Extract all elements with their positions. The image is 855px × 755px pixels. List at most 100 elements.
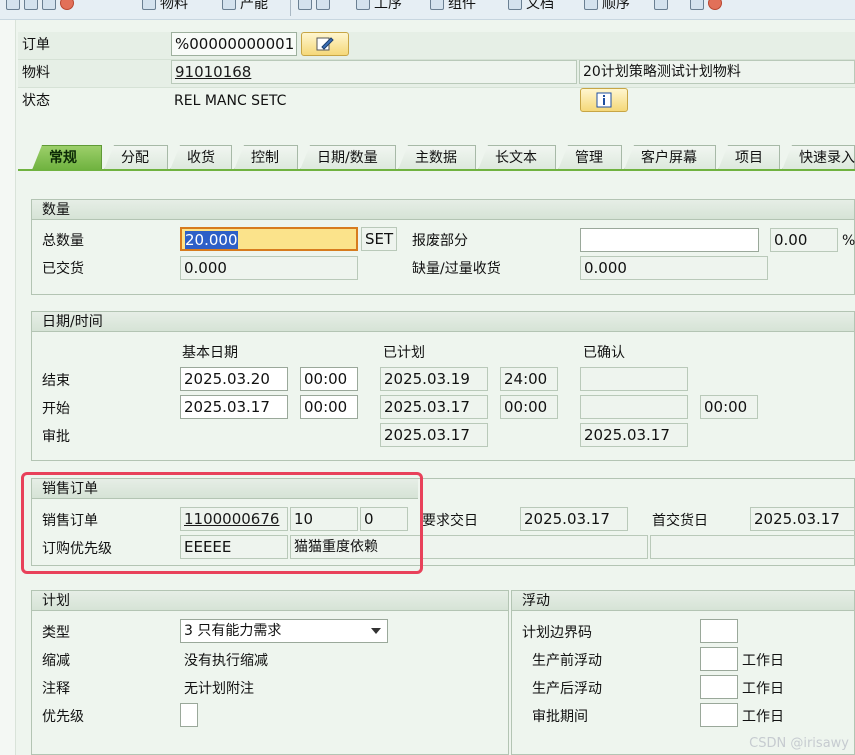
components-icon (430, 0, 444, 10)
edit-button[interactable] (301, 32, 349, 56)
info-icon[interactable] (654, 0, 668, 10)
shortfall-label: 缺量/过量收货 (412, 261, 501, 277)
release-period-label: 审批期间 (532, 709, 588, 725)
release-period-unit: 工作日 (742, 709, 784, 725)
back-icon[interactable] (6, 0, 20, 10)
delivered-field: 0.000 (180, 256, 358, 280)
planning-group-title: 计划 (32, 591, 508, 611)
start-scheduled-date: 2025.03.17 (380, 395, 488, 419)
order-label: 订单 (22, 37, 50, 53)
capacity-icon (222, 0, 236, 10)
toolbar-capacity-button[interactable]: 产能 (222, 0, 268, 14)
end-basic-date[interactable]: 2025.03.20 (180, 367, 288, 391)
tab-project[interactable]: 项目 (718, 145, 780, 170)
start-scheduled-time: 00:00 (500, 395, 558, 419)
material-field[interactable]: 91010168 (171, 60, 577, 84)
tab-strip: 常规 分配 收货 控制 日期/数量 主数据 长文本 管理 客户屏幕 项目 快速录… (18, 145, 855, 170)
tab-goods-receipt[interactable]: 收货 (170, 145, 232, 170)
tab-general[interactable]: 常规 (32, 145, 102, 170)
scrap-percent-field[interactable]: 0.00 (770, 228, 838, 252)
float-after-input[interactable] (700, 675, 738, 699)
quantity-group-title: 数量 (32, 200, 854, 220)
tab-assignment[interactable]: 分配 (104, 145, 168, 170)
status-label: 状态 (22, 93, 50, 109)
order-field[interactable]: %00000000001 (171, 32, 297, 56)
status-icon[interactable] (60, 0, 74, 10)
scheduling-margin-input[interactable] (700, 619, 738, 643)
order-priority-extra (650, 535, 855, 559)
info-icon (596, 92, 612, 108)
globe-icon[interactable] (316, 0, 330, 10)
note-value: 无计划附注 (184, 681, 254, 697)
application-toolbar: 物料 产能 工序 组件 文档 顺序 (0, 0, 855, 20)
tab-administration[interactable]: 管理 (558, 145, 622, 170)
toolbar-sequence-button[interactable]: 顺序 (584, 0, 630, 14)
plan-type-label: 类型 (42, 625, 70, 641)
delete-icon[interactable] (708, 0, 722, 10)
release-label: 审批 (42, 429, 70, 445)
tab-customer-screen[interactable]: 客户屏幕 (624, 145, 716, 170)
requested-delivery-date: 2025.03.17 (520, 507, 628, 531)
col-basic-dates: 基本日期 (182, 345, 238, 361)
material-description: 20计划策略测试计划物料 (579, 60, 855, 84)
toolbar-components-button[interactable]: 组件 (430, 0, 476, 14)
status-value: REL MANC SETC (174, 93, 287, 109)
toolbar-material-button[interactable]: 物料 (142, 0, 188, 14)
toolbar-separator (290, 0, 291, 16)
toolbar-extra-icons[interactable] (298, 0, 330, 14)
status-info-button[interactable] (580, 88, 628, 112)
material-label: 物料 (22, 65, 50, 81)
first-delivery-label: 首交货日 (652, 513, 708, 529)
left-strip (0, 20, 16, 755)
toolbar-icon-group[interactable] (6, 0, 74, 14)
scrap-label: 报废部分 (412, 233, 468, 249)
header-row-order (18, 32, 855, 60)
toolbar-documents-button[interactable]: 文档 (508, 0, 554, 14)
tab-underline (18, 169, 855, 171)
release-period-input[interactable] (700, 703, 738, 727)
scrap-input[interactable] (580, 228, 759, 252)
planning-group: 计划 (31, 590, 509, 755)
material-icon (142, 0, 156, 10)
col-confirmed: 已确认 (583, 345, 625, 361)
float-group-title: 浮动 (512, 591, 854, 611)
start-basic-date[interactable]: 2025.03.17 (180, 395, 288, 419)
float-group: 浮动 (511, 590, 855, 755)
end-label: 结束 (42, 373, 70, 389)
total-quantity-label: 总数量 (42, 233, 84, 249)
total-quantity-input[interactable]: 20.000 (180, 227, 358, 251)
copy-icon[interactable] (24, 0, 38, 10)
end-confirmed-date (580, 367, 688, 391)
end-basic-time[interactable]: 00:00 (300, 367, 358, 391)
documents-icon (508, 0, 522, 10)
plan-type-select[interactable]: 3 只有能力需求 (180, 619, 388, 643)
tab-control[interactable]: 控制 (234, 145, 298, 170)
table-icon[interactable] (42, 0, 56, 10)
grid-icon[interactable] (690, 0, 704, 10)
float-after-label: 生产后浮动 (532, 681, 602, 697)
tab-long-text[interactable]: 长文本 (478, 145, 556, 170)
start-confirmed-date (580, 395, 688, 419)
tab-dates-quantities[interactable]: 日期/数量 (300, 145, 396, 170)
float-before-input[interactable] (700, 647, 738, 671)
first-delivery-date: 2025.03.17 (750, 507, 855, 531)
tab-master-data[interactable]: 主数据 (398, 145, 476, 170)
toolbar-right-icons[interactable] (654, 0, 722, 14)
chevron-down-icon[interactable] (371, 628, 381, 634)
plan-priority-input[interactable] (180, 703, 198, 727)
sequence-icon (584, 0, 598, 10)
toolbar-operations-button[interactable]: 工序 (356, 0, 402, 14)
watermark: CSDN @irisawy (749, 736, 849, 751)
end-scheduled-date: 2025.03.19 (380, 367, 488, 391)
shortfall-field: 0.000 (580, 256, 768, 280)
float-before-unit: 工作日 (742, 653, 784, 669)
reduction-label: 缩减 (42, 653, 70, 669)
start-basic-time[interactable]: 00:00 (300, 395, 358, 419)
graphic-icon[interactable] (298, 0, 312, 10)
end-scheduled-time: 24:00 (500, 367, 558, 391)
tab-quick-entry[interactable]: 快速录入 (782, 145, 855, 170)
delivered-label: 已交货 (42, 261, 84, 277)
requested-delivery-label: 要求交日 (422, 513, 478, 529)
note-label: 注释 (42, 681, 70, 697)
percent-sign: % (842, 233, 855, 249)
